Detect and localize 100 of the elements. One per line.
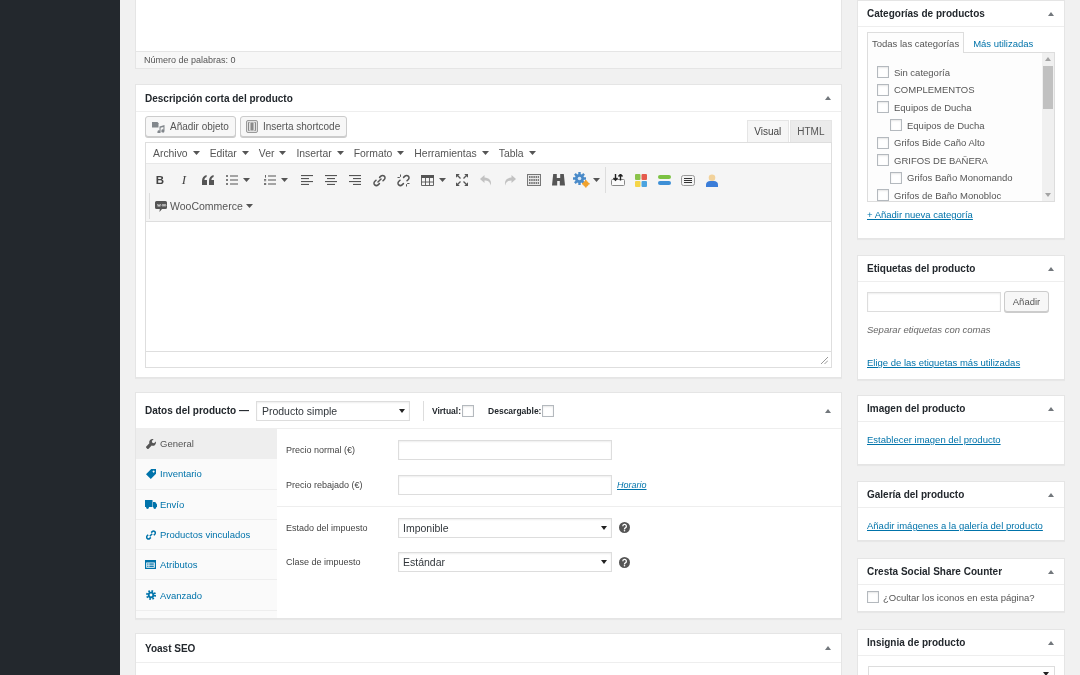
select-field[interactable]: Producto simple [255,400,410,421]
menu-item[interactable]: Ver [253,147,292,159]
caret-up-icon[interactable] [825,646,831,650]
gears-icon[interactable] [573,172,590,188]
add-object-button[interactable]: Añadir objeto [145,116,236,137]
schedule-link[interactable]: Horario [617,479,647,490]
category-label[interactable]: Grifos Bide Caño Alto [894,137,985,149]
align-center-icon[interactable] [325,175,337,185]
insert-shortcode-button[interactable]: Inserta shortcode [239,116,348,137]
tab[interactable]: Inventario [136,459,277,490]
select-field[interactable]: Imponible [398,517,612,538]
checkbox[interactable] [877,66,889,79]
menu-item[interactable]: Editar [204,147,254,159]
menu-item[interactable]: Tabla [493,147,541,159]
menu-item[interactable]: Insertar [291,147,349,159]
align-right-icon[interactable] [349,175,361,185]
numbered-list-icon[interactable] [264,175,276,185]
tab[interactable]: Avanzado [136,580,277,611]
checkbox[interactable] [877,101,889,114]
select-field[interactable]: Estándar [398,552,612,572]
user-icon[interactable] [705,173,718,187]
category-label[interactable]: GRIFOS DE BAÑERA [894,154,988,166]
category-label[interactable]: Grifos Baño Monomando [907,172,1013,184]
tab[interactable]: General [136,429,277,460]
checkbox[interactable] [542,404,555,417]
menu-item[interactable]: Herramientas [409,147,494,159]
select-field[interactable] [868,666,1055,675]
checkbox[interactable] [877,83,889,96]
lines-panel-icon[interactable] [681,174,696,186]
popular-tags-link[interactable]: Elige de las etiquetas más utilizadas [867,357,1021,368]
category-label[interactable]: Equipos de Ducha [907,119,985,131]
help-icon[interactable] [619,522,630,533]
add-gallery-images-link[interactable]: Añadir imágenes a la galería del producto [867,520,1043,531]
category-label[interactable]: Equipos de Ducha [894,102,972,113]
checkbox[interactable] [462,404,475,417]
caret-up-icon[interactable] [825,408,831,413]
tab[interactable]: Productos vinculados [136,519,277,551]
arrows-tray-icon[interactable] [610,174,625,186]
text-input[interactable] [398,474,612,495]
help-icon[interactable] [619,556,630,568]
category-label[interactable]: COMPLEMENTOS [894,84,975,96]
field-label: Estado del impuesto [286,522,369,533]
caret-down-icon[interactable] [1045,193,1051,197]
italic-button[interactable]: I [181,172,187,188]
tab[interactable]: Atributos [136,550,277,581]
caret-icon[interactable] [243,178,250,182]
caret-up-icon[interactable] [1048,406,1054,411]
dropdown-button[interactable]: WooCommerce [155,200,253,212]
caret-icon [398,408,405,413]
set-image-link[interactable]: Establecer imagen del producto [867,434,1001,445]
caret-icon[interactable] [281,178,288,182]
keyboard-icon[interactable] [527,174,541,186]
caret-up-icon[interactable] [1048,569,1054,574]
checkbox[interactable] [890,119,902,132]
menu-item[interactable]: Formato [348,147,410,159]
caret-up-icon[interactable] [1048,640,1054,645]
scrollbar[interactable] [1042,53,1054,201]
caret-up-icon[interactable] [1048,11,1054,16]
caret-up-icon[interactable] [1048,492,1054,497]
checkbox-label[interactable]: ¿Ocultar los iconos en esta página? [883,591,1035,603]
link-icon[interactable] [372,173,386,187]
category-tab[interactable]: Más utilizadas [968,32,1039,53]
align-left-icon[interactable] [301,175,313,185]
checkbox[interactable] [877,136,889,149]
caret-icon [336,151,344,155]
menu-item[interactable]: Archivo [148,147,205,159]
caret-icon[interactable] [439,178,446,182]
link-icon [145,529,156,540]
category-label[interactable]: Sin categoría [894,66,950,78]
tag-input[interactable] [867,291,1001,312]
resize-handle-icon[interactable] [821,357,828,364]
caret-up-icon[interactable] [1048,266,1054,271]
checkbox[interactable] [877,189,889,201]
bracket-box-icon [245,120,258,133]
broken-link-icon[interactable] [396,173,410,187]
editor-tab[interactable]: Visual [746,120,789,142]
binoculars-icon[interactable] [551,174,565,186]
tab[interactable]: Envío [136,489,277,520]
bars-icon[interactable] [658,175,672,185]
caret-icon[interactable] [593,178,600,182]
caret-icon [528,151,536,155]
caret-up-icon[interactable] [1045,57,1051,61]
category-label[interactable]: Grifos de Baño Monobloc [894,189,1002,201]
table-icon[interactable] [421,174,434,186]
add-button[interactable]: Añadir [1004,291,1049,312]
checkbox[interactable] [877,154,889,167]
editor-tab[interactable]: HTML [789,120,832,142]
add-category-link[interactable]: + Añadir nueva categoría [867,209,973,220]
checkbox[interactable] [867,591,879,603]
checkbox[interactable] [890,171,902,184]
bullet-list-icon[interactable] [226,175,238,185]
text-input[interactable] [398,440,612,460]
bold-button[interactable]: B [155,174,165,186]
category-tab[interactable]: Todas las categorías [867,32,965,53]
scrollbar-thumb[interactable] [1043,66,1053,109]
expand-icon[interactable] [456,174,468,186]
quote-icon[interactable] [202,175,214,185]
tiles-icon[interactable] [635,173,648,187]
caret-up-icon[interactable] [825,96,831,100]
checkbox-label: Virtual: [431,405,462,416]
